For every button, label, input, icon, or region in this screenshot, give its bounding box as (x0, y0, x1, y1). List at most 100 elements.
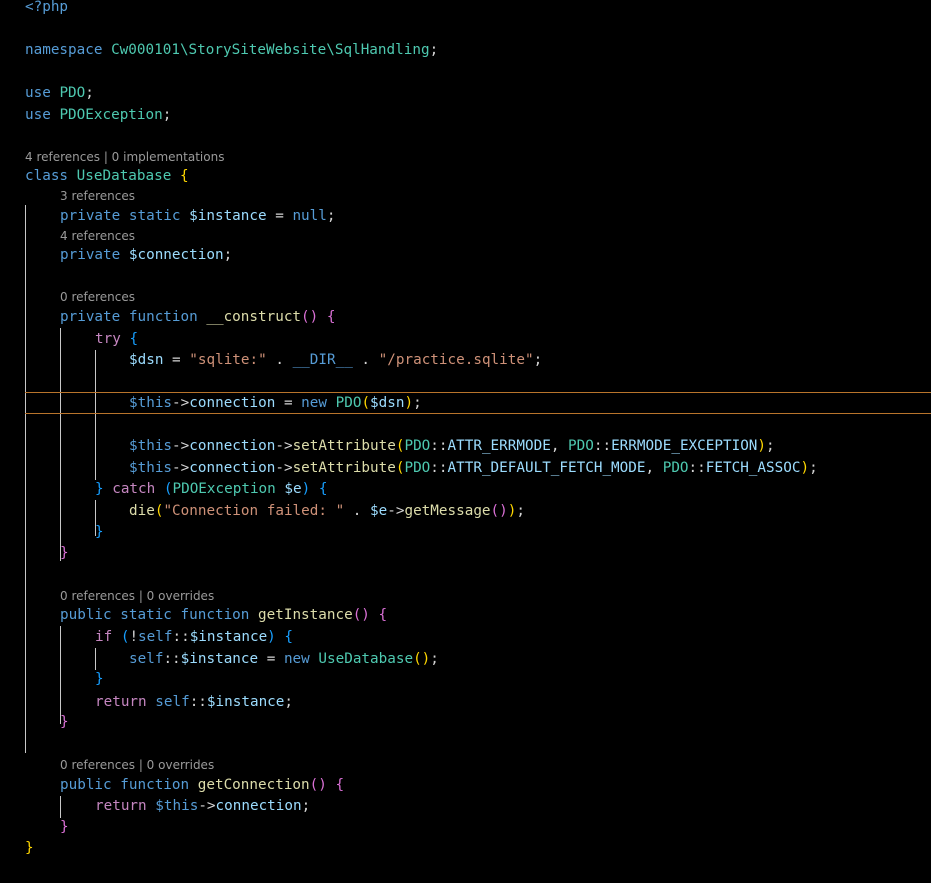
string: "Connection failed: " (163, 503, 345, 519)
use-keyword: use (25, 107, 51, 123)
class-ref: PDO (335, 395, 362, 411)
variable: $dsn (129, 352, 164, 368)
codelens-instance[interactable]: 3 references (0, 188, 931, 204)
codelens-connection[interactable]: 4 references (0, 228, 931, 244)
code-line: private function __construct() { (60, 309, 336, 325)
constant: __DIR__ (292, 352, 353, 368)
property: connection (215, 798, 302, 814)
property: connection (189, 438, 276, 454)
keyword: self (138, 629, 173, 645)
code-line: return self::$instance; (95, 694, 293, 710)
code-line: $dsn = "sqlite:" . __DIR__ . "/practice.… (129, 352, 543, 368)
code-line: } (95, 524, 104, 540)
code-line: public function getConnection() { (60, 777, 345, 793)
code-line: $this->connection->setAttribute(PDO::ATT… (129, 438, 775, 454)
variable: $connection (128, 247, 224, 263)
keyword: static (120, 607, 172, 623)
class-ref: PDO (404, 460, 431, 476)
code-line: public static function getInstance() { (60, 607, 388, 623)
string: "/practice.sqlite" (378, 352, 534, 368)
code-line: } (25, 840, 34, 856)
code-line: private static $instance = null; (60, 208, 336, 224)
class-ref: PDOException (59, 107, 163, 123)
variable: $dsn (370, 395, 405, 411)
codelens-construct[interactable]: 0 references (0, 289, 931, 305)
class-ref: PDO (404, 438, 431, 454)
function-name: die (129, 503, 155, 519)
class-ref: PDOException (172, 481, 276, 497)
code-line: namespace Cw000101\StorySiteWebsite\SqlH… (25, 42, 439, 58)
keyword: static (128, 208, 181, 224)
code-line: } (95, 671, 104, 687)
keyword: new (283, 651, 310, 667)
code-line: } catch (PDOException $e) { (95, 481, 328, 497)
code-editor[interactable]: <?php namespace Cw000101\StorySiteWebsit… (0, 0, 931, 883)
keyword: null (292, 208, 327, 224)
keyword: private (60, 309, 121, 325)
code-line: } (60, 714, 69, 730)
class-ref: PDO (568, 438, 594, 454)
constant: FETCH_ASSOC (705, 460, 801, 476)
code-line: } (60, 819, 69, 835)
keyword: self (129, 651, 164, 667)
namespace-name: Cw000101\StorySiteWebsite\SqlHandling (111, 42, 430, 58)
function-name: setAttribute (292, 460, 396, 476)
code-line: try { (95, 331, 139, 347)
code-line: private $connection; (60, 247, 233, 263)
use-keyword: use (25, 85, 51, 101)
codelens-text[interactable]: 0 references | 0 overrides (60, 589, 214, 603)
keyword: return (95, 798, 147, 814)
variable: $this (129, 395, 173, 411)
code-line: die("Connection failed: " . $e->getMessa… (129, 503, 525, 519)
constant: ERRMODE_EXCEPTION (611, 438, 758, 454)
class-ref: UseDatabase (318, 651, 414, 667)
keyword: catch (112, 481, 156, 497)
keyword: try (95, 331, 121, 347)
keyword: public (60, 777, 112, 793)
code-line: use PDO; (25, 85, 94, 101)
class-ref: PDO (662, 460, 689, 476)
variable: $this (155, 798, 199, 814)
keyword: function (128, 309, 198, 325)
codelens-text[interactable]: 4 references (60, 229, 135, 243)
property: connection (189, 395, 276, 411)
codelens-get-instance[interactable]: 0 references | 0 overrides (0, 588, 931, 604)
code-line: } (60, 545, 69, 561)
variable: $this (129, 460, 173, 476)
keyword: function (180, 607, 250, 623)
variable: $instance (189, 629, 268, 645)
namespace-keyword: namespace (25, 42, 103, 58)
constant: ATTR_ERRMODE (447, 438, 551, 454)
code-line: $this->connection->setAttribute(PDO::ATT… (129, 460, 818, 476)
code-line: class UseDatabase { (25, 168, 189, 184)
class-keyword: class (25, 168, 69, 184)
function-name: getInstance (258, 607, 353, 623)
codelens-get-connection[interactable]: 0 references | 0 overrides (0, 757, 931, 773)
codelens-text[interactable]: 0 references (60, 290, 135, 304)
php-open-tag: <?php (25, 0, 69, 15)
function-name: getMessage (404, 503, 491, 519)
keyword: new (301, 395, 327, 411)
keyword: self (155, 694, 190, 710)
codelens-text[interactable]: 3 references (60, 189, 135, 203)
code-line: return $this->connection; (95, 798, 311, 814)
codelens-class[interactable]: 4 references | 0 implementations (0, 149, 931, 165)
keyword: private (60, 208, 121, 224)
function-name: setAttribute (292, 438, 396, 454)
codelens-text[interactable]: 0 references | 0 overrides (60, 758, 214, 772)
code-line: if (!self::$instance) { (95, 629, 293, 645)
function-name: __construct (206, 309, 302, 325)
class-ref: PDO (59, 85, 86, 101)
variable: $instance (189, 208, 267, 224)
codelens-text[interactable]: 4 references | 0 implementations (25, 150, 224, 164)
property: connection (189, 460, 276, 476)
code-line: self::$instance = new UseDatabase(); (129, 651, 439, 667)
keyword: if (95, 629, 113, 645)
keyword: private (60, 247, 121, 263)
keyword: function (120, 777, 190, 793)
code-line-current[interactable]: $this->connection = new PDO($dsn); (0, 392, 931, 414)
keyword: return (95, 694, 147, 710)
variable: $this (129, 438, 173, 454)
code-line: <?php (0, 0, 931, 18)
code-line: use PDOException; (25, 107, 172, 123)
